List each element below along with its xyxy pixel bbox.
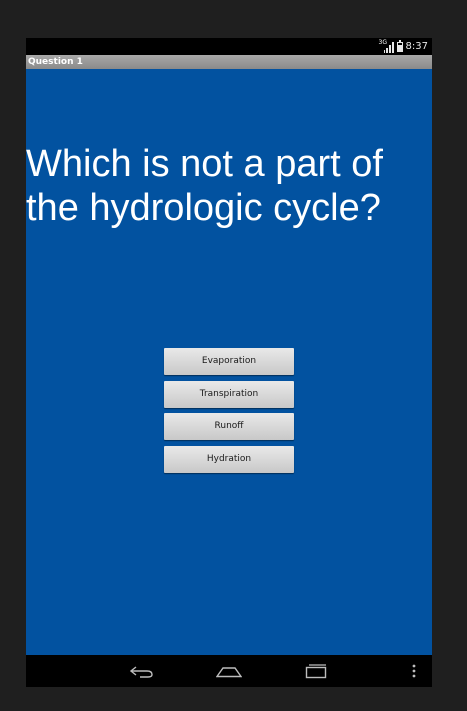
clock: 8:37 — [405, 41, 428, 52]
answer-list: Evaporation Transpiration Runoff Hydrati… — [164, 348, 294, 478]
title-bar: Question 1 — [26, 55, 432, 69]
answer-button-hydration[interactable]: Hydration — [164, 445, 294, 473]
tablet-frame: 3G 8:37 Question 1 Which is not a part o… — [0, 0, 467, 711]
answer-button-runoff[interactable]: Runoff — [164, 413, 294, 440]
page-title: Question 1 — [28, 57, 83, 67]
back-button[interactable] — [122, 655, 162, 687]
recent-apps-icon — [305, 664, 327, 679]
battery-icon — [396, 39, 403, 52]
home-icon — [216, 667, 242, 678]
quiz-content: Which is not a part of the hydrologic cy… — [26, 69, 432, 655]
answer-button-evaporation[interactable]: Evaporation — [164, 348, 294, 375]
status-icons: 3G 8:37 — [379, 39, 428, 54]
screen: 3G 8:37 Question 1 Which is not a part o… — [26, 38, 432, 687]
back-icon — [130, 666, 153, 678]
answer-button-transpiration[interactable]: Transpiration — [164, 380, 294, 408]
overflow-menu-icon — [412, 664, 416, 678]
navigation-bar — [26, 655, 432, 687]
signal-icon: 3G — [379, 39, 394, 53]
question-text: Which is not a part of the hydrologic cy… — [26, 143, 383, 229]
overflow-menu-button[interactable] — [394, 655, 432, 687]
recent-apps-button[interactable] — [296, 655, 336, 687]
home-button[interactable] — [209, 655, 249, 687]
status-bar: 3G 8:37 — [26, 38, 432, 55]
